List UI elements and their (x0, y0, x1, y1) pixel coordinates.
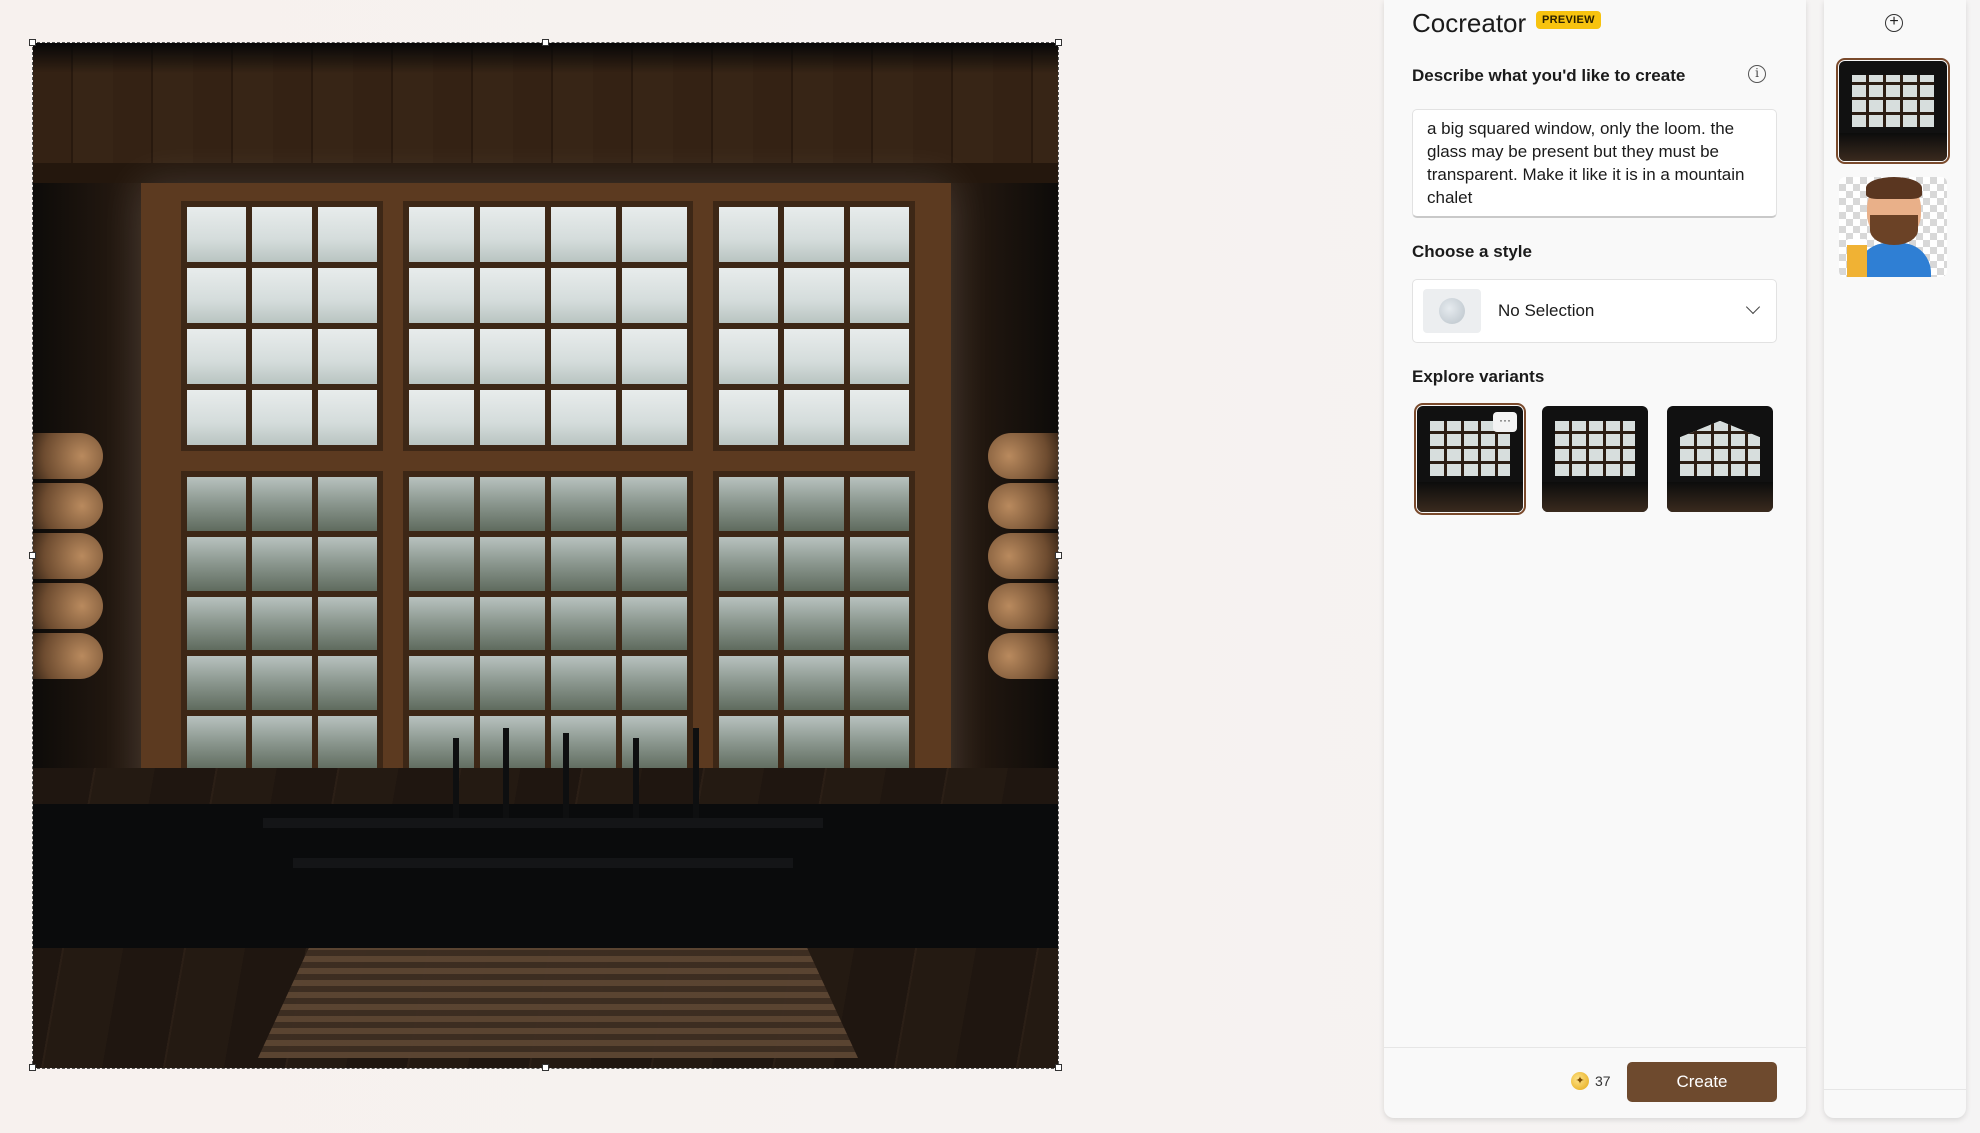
loom-post (633, 738, 639, 818)
prompt-input[interactable]: a big squared window, only the loom. the… (1412, 109, 1777, 218)
add-layer-icon[interactable]: + (1885, 14, 1903, 32)
character-hair (1866, 177, 1922, 199)
character-beard (1870, 215, 1918, 245)
image-log (33, 433, 103, 479)
window-upper-left (181, 201, 383, 451)
loom-beam (293, 858, 793, 868)
variants-label: Explore variants (1412, 367, 1545, 386)
layer-floor (1839, 133, 1947, 161)
cocreator-panel: Cocreator PREVIEW Describe what you'd li… (1384, 0, 1806, 1118)
panel-footer: ✦ 37 Create (1384, 1047, 1806, 1118)
image-log (988, 533, 1058, 579)
image-log (988, 433, 1058, 479)
image-wall-left (33, 183, 143, 783)
variant-window (1679, 420, 1761, 476)
loom-post (453, 738, 459, 818)
resize-handle-bl[interactable] (29, 1064, 36, 1071)
window-upper-center (403, 201, 693, 451)
layer-window (1851, 75, 1935, 127)
resize-handle-l[interactable] (29, 552, 36, 559)
image-wall-right (948, 183, 1058, 783)
loom-post (503, 728, 509, 818)
style-dropdown[interactable]: No Selection (1412, 279, 1777, 343)
window-upper-right (713, 201, 915, 451)
loom-beam (263, 818, 823, 828)
image-log (33, 483, 103, 529)
layers-rail: + (1824, 0, 1966, 1118)
info-icon[interactable]: i (1748, 65, 1766, 83)
resize-handle-r[interactable] (1055, 552, 1062, 559)
variant-floor (1667, 482, 1773, 512)
image-log (33, 583, 103, 629)
image-log (988, 633, 1058, 679)
variant-thumbnail-2[interactable] (1542, 406, 1648, 512)
image-log (33, 533, 103, 579)
describe-label: Describe what you'd like to create (1412, 66, 1686, 85)
more-options-button[interactable]: ··· (1493, 412, 1517, 432)
style-label: Choose a style (1412, 242, 1532, 261)
layer-thumbnail-character[interactable] (1839, 177, 1947, 277)
style-thumbnail (1423, 289, 1481, 333)
resize-handle-tr[interactable] (1055, 39, 1062, 46)
canvas-area[interactable] (0, 0, 1370, 1133)
loom-post (693, 728, 699, 818)
style-selected-value: No Selection (1498, 301, 1595, 320)
generated-image[interactable] (32, 42, 1059, 1069)
image-log (988, 583, 1058, 629)
variant-floor (1542, 482, 1648, 512)
variant-window (1554, 420, 1636, 477)
image-loom (33, 708, 1058, 948)
variant-floor (1417, 482, 1523, 512)
credit-icon: ✦ (1571, 1072, 1589, 1090)
panel-title: Cocreator (1412, 8, 1527, 38)
resize-handle-br[interactable] (1055, 1064, 1062, 1071)
preview-badge: PREVIEW (1536, 11, 1601, 29)
character-body (1857, 243, 1931, 277)
create-button[interactable]: Create (1627, 1062, 1777, 1102)
image-ceiling (33, 43, 1058, 183)
variant-thumbnail-3[interactable] (1667, 406, 1773, 512)
layer-thumbnail-image[interactable] (1836, 58, 1950, 164)
variant-thumbnail-1[interactable]: ··· (1414, 403, 1526, 515)
image-log (33, 633, 103, 679)
resize-handle-b[interactable] (542, 1064, 549, 1071)
chevron-down-icon (1745, 299, 1761, 315)
beer-glass-icon (1847, 239, 1867, 277)
loom-post (563, 733, 569, 818)
resize-handle-tl[interactable] (29, 39, 36, 46)
credit-count: 37 (1595, 1073, 1611, 1089)
image-log (988, 483, 1058, 529)
rail-divider (1824, 1089, 1966, 1090)
resize-handle-t[interactable] (542, 39, 549, 46)
